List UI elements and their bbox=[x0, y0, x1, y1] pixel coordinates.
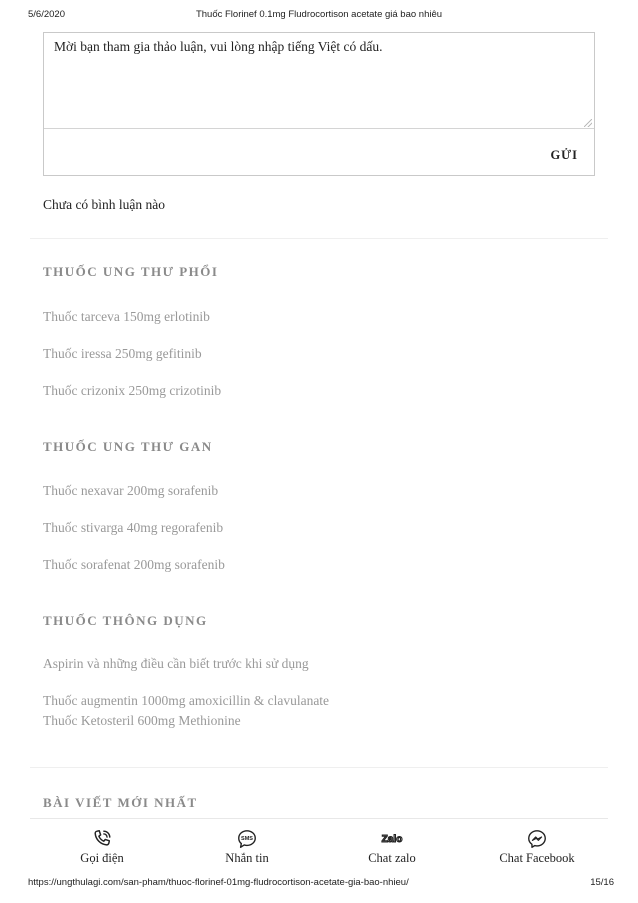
divider bbox=[30, 238, 608, 239]
print-page-title: Thuốc Florinef 0.1mg Fludrocortison acet… bbox=[195, 9, 443, 20]
section-heading-lung-cancer: THUỐC UNG THƯ PHỔI bbox=[43, 264, 219, 279]
zalo-button[interactable]: Zalo Chat zalo bbox=[322, 819, 462, 871]
divider bbox=[30, 767, 608, 768]
link-tarceva[interactable]: Thuốc tarceva 150mg erlotinib bbox=[43, 309, 210, 325]
phone-icon bbox=[94, 830, 111, 846]
link-aspirin[interactable]: Aspirin và những điều cần biết trước khi… bbox=[43, 656, 309, 672]
print-footer: https://ungthulagi.com/san-pham/thuoc-fl… bbox=[0, 873, 638, 893]
print-url: https://ungthulagi.com/san-pham/thuoc-fl… bbox=[28, 877, 409, 888]
messenger-icon bbox=[528, 830, 546, 848]
sms-icon: SMS bbox=[238, 830, 256, 848]
call-label: Gọi điện bbox=[80, 851, 124, 865]
link-iressa[interactable]: Thuốc iressa 250mg gefitinib bbox=[43, 346, 202, 362]
svg-text:Zalo: Zalo bbox=[382, 834, 403, 845]
section-heading-latest-posts: BÀI VIẾT MỚI NHẤT bbox=[43, 795, 198, 810]
print-header: 5/6/2020 Thuốc Florinef 0.1mg Fludrocort… bbox=[0, 0, 638, 22]
section-heading-common-drugs: THUỐC THÔNG DỤNG bbox=[43, 613, 208, 628]
link-sorafenat[interactable]: Thuốc sorafenat 200mg sorafenib bbox=[43, 557, 225, 573]
sms-label: Nhắn tin bbox=[225, 851, 269, 865]
facebook-chat-button[interactable]: Chat Facebook bbox=[467, 819, 607, 871]
no-comments-text: Chưa có bình luận nào bbox=[43, 197, 166, 212]
link-stivarga[interactable]: Thuốc stivarga 40mg regorafenib bbox=[43, 520, 223, 536]
link-augmentin[interactable]: Thuốc augmentin 1000mg amoxicillin & cla… bbox=[43, 693, 329, 709]
comment-form: GỬI bbox=[43, 32, 595, 176]
link-ketosteril[interactable]: Thuốc Ketosteril 600mg Methionine bbox=[43, 713, 241, 729]
zalo-icon: Zalo bbox=[381, 833, 403, 845]
page-number: 15/16 bbox=[590, 877, 614, 888]
link-crizonix[interactable]: Thuốc crizonix 250mg crizotinib bbox=[43, 383, 221, 399]
comment-input[interactable] bbox=[44, 33, 594, 129]
contact-bottom-bar: Gọi điện SMS Nhắn tin Zalo Chat zalo Cha… bbox=[30, 818, 608, 871]
call-button[interactable]: Gọi điện bbox=[32, 819, 172, 871]
link-nexavar[interactable]: Thuốc nexavar 200mg sorafenib bbox=[43, 483, 218, 499]
section-heading-liver-cancer: THUỐC UNG THƯ GAN bbox=[43, 439, 213, 454]
svg-text:SMS: SMS bbox=[241, 836, 253, 842]
sms-button[interactable]: SMS Nhắn tin bbox=[177, 819, 317, 871]
resize-grip-icon[interactable] bbox=[584, 119, 592, 127]
submit-comment-button[interactable]: GỬI bbox=[550, 148, 578, 163]
facebook-chat-label: Chat Facebook bbox=[499, 851, 575, 865]
zalo-label: Chat zalo bbox=[368, 851, 416, 865]
